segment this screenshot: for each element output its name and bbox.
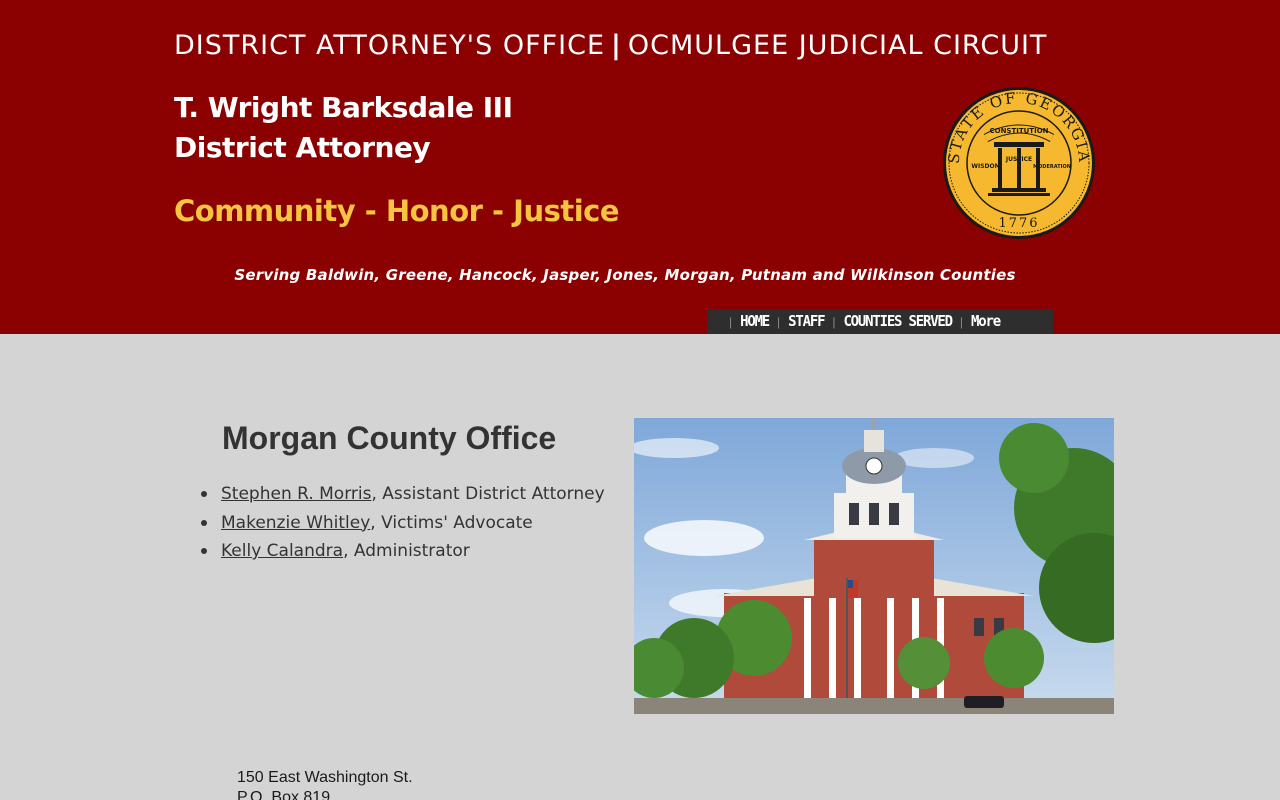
circuit-name: OCMULGEE JUDICIAL CIRCUIT xyxy=(627,30,1048,61)
staff-link-stephen-morris[interactable]: Stephen R. Morris xyxy=(221,484,371,504)
da-title: District Attorney xyxy=(174,131,431,164)
staff-link-kelly-calandra[interactable]: Kelly Calandra xyxy=(221,541,343,561)
staff-role: , Victims' Advocate xyxy=(370,512,533,533)
seal-wisdom-text: WISDOM xyxy=(971,163,1000,170)
seal-year-text: 1776 xyxy=(998,216,1039,231)
nav-divider: | xyxy=(729,314,733,329)
site-header: DISTRICT ATTORNEY'S OFFICE | OCMULGEE JUDI… xyxy=(0,0,1280,334)
staff-role: , Administrator xyxy=(343,541,470,561)
nav-divider: | xyxy=(777,314,781,329)
nav-item-counties-served[interactable]: COUNTIES SERVED xyxy=(843,313,953,330)
da-name: T. Wright Barksdale III xyxy=(174,91,513,124)
office-title: DISTRICT ATTORNEY'S OFFICE | OCMULGEE JUDI… xyxy=(174,30,1047,61)
staff-link-makenzie-whitley[interactable]: Makenzie Whitley xyxy=(221,513,370,533)
seal-justice-text: JUSTICE xyxy=(1005,156,1032,163)
courthouse-photo xyxy=(634,418,1114,714)
office-name: DISTRICT ATTORNEY'S OFFICE xyxy=(174,30,606,61)
nav-item-staff[interactable]: STAFF xyxy=(788,313,825,330)
address-line-1: 150 East Washington St. xyxy=(237,769,413,786)
list-item: Stephen R. Morris, Assistant District At… xyxy=(200,480,605,509)
title-separator: | xyxy=(611,30,622,61)
nav-item-more[interactable]: More xyxy=(971,313,1001,330)
main-nav: | HOME | STAFF | COUNTIES SERVED | More xyxy=(707,309,1053,334)
nav-item-home[interactable]: HOME xyxy=(740,313,770,330)
office-address: 150 East Washington St. P.O. Box 819 xyxy=(237,768,413,800)
serving-counties: Serving Baldwin, Greene, Hancock, Jasper… xyxy=(234,266,1016,284)
nav-divider: | xyxy=(832,314,836,329)
staff-list: Stephen R. Morris, Assistant District At… xyxy=(200,480,605,566)
address-line-2: P.O. Box 819 xyxy=(237,789,331,800)
staff-role: , Assistant District Attorney xyxy=(371,484,605,504)
seal-moderation-text: MODERATION xyxy=(1033,164,1071,170)
list-item: Makenzie Whitley, Victims' Advocate xyxy=(200,509,605,538)
seal-banner-text: CONSTITUTION xyxy=(989,127,1048,135)
page-title: Morgan County Office xyxy=(222,420,557,456)
list-item: Kelly Calandra, Administrator xyxy=(200,537,605,566)
motto: Community - Honor - Justice xyxy=(174,194,620,228)
nav-divider: | xyxy=(959,314,964,329)
georgia-seal-icon: STATE OF GEORGIA CONSTITUTION WISDOM JUS… xyxy=(943,87,1095,239)
district-attorney-block: T. Wright Barksdale III District Attorne… xyxy=(174,88,513,168)
